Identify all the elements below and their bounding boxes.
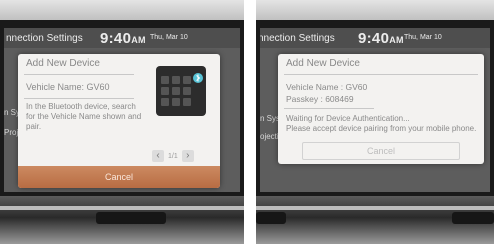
- passkey: Passkey : 608469: [286, 94, 354, 104]
- add-device-dialog: Add New Device Vehicle Name: GV60 In the…: [18, 54, 220, 188]
- cancel-button[interactable]: Cancel: [302, 142, 460, 160]
- pager: ‹ 1/1 ›: [152, 150, 194, 162]
- add-device-dialog: Add New Device Vehicle Name : GV60 Passk…: [278, 54, 484, 164]
- right-photo: nnection Settings 9:40AM Thu, Mar 10 n S…: [256, 0, 494, 244]
- chevron-right-icon[interactable]: ›: [181, 150, 194, 162]
- infotainment-screen: nnection Settings 9:40AM Thu, Mar 10 n S…: [4, 28, 240, 192]
- clock: 9:40AM: [100, 30, 146, 47]
- page-indicator: 1/1: [168, 152, 178, 160]
- date: Thu, Mar 10: [404, 34, 442, 41]
- vehicle-name: Vehicle Name: GV60: [26, 82, 110, 92]
- app-title: nnection Settings: [6, 33, 83, 44]
- infotainment-screen: nnection Settings 9:40AM Thu, Mar 10 n S…: [260, 28, 490, 192]
- air-vent: [256, 206, 494, 210]
- status-bar: nnection Settings 9:40AM Thu, Mar 10: [4, 28, 240, 48]
- vent-slot: [256, 212, 286, 224]
- divider: [284, 108, 374, 109]
- dialog-title: Add New Device: [286, 58, 360, 69]
- date: Thu, Mar 10: [150, 34, 188, 41]
- chevron-left-icon[interactable]: ‹: [152, 150, 164, 162]
- pairing-instructions: In the Bluetooth device, search for the …: [26, 102, 142, 131]
- divider: [284, 74, 478, 75]
- divider: [24, 98, 134, 99]
- waiting-message: Waiting for Device Authentication...: [286, 114, 410, 123]
- vehicle-name: Vehicle Name : GV60: [286, 82, 368, 92]
- left-photo: nnection Settings 9:40AM Thu, Mar 10 n S…: [0, 0, 244, 244]
- dialog-title: Add New Device: [26, 58, 100, 69]
- vent-slot: [452, 212, 494, 224]
- status-bar: nnection Settings 9:40AM Thu, Mar 10: [260, 28, 490, 48]
- dashboard-top: [0, 0, 244, 22]
- clock: 9:40AM: [358, 30, 404, 47]
- divider: [24, 74, 134, 75]
- phone-illustration: [156, 66, 206, 116]
- dashboard-top: [256, 0, 494, 22]
- bg-menu-item[interactable]: ojecti: [260, 132, 279, 141]
- cancel-button[interactable]: Cancel: [18, 166, 220, 188]
- air-vent: [0, 206, 244, 210]
- vent-slot: [96, 212, 166, 224]
- app-title: nnection Settings: [260, 33, 335, 44]
- accept-prompt: Please accept device pairing from your m…: [286, 124, 477, 133]
